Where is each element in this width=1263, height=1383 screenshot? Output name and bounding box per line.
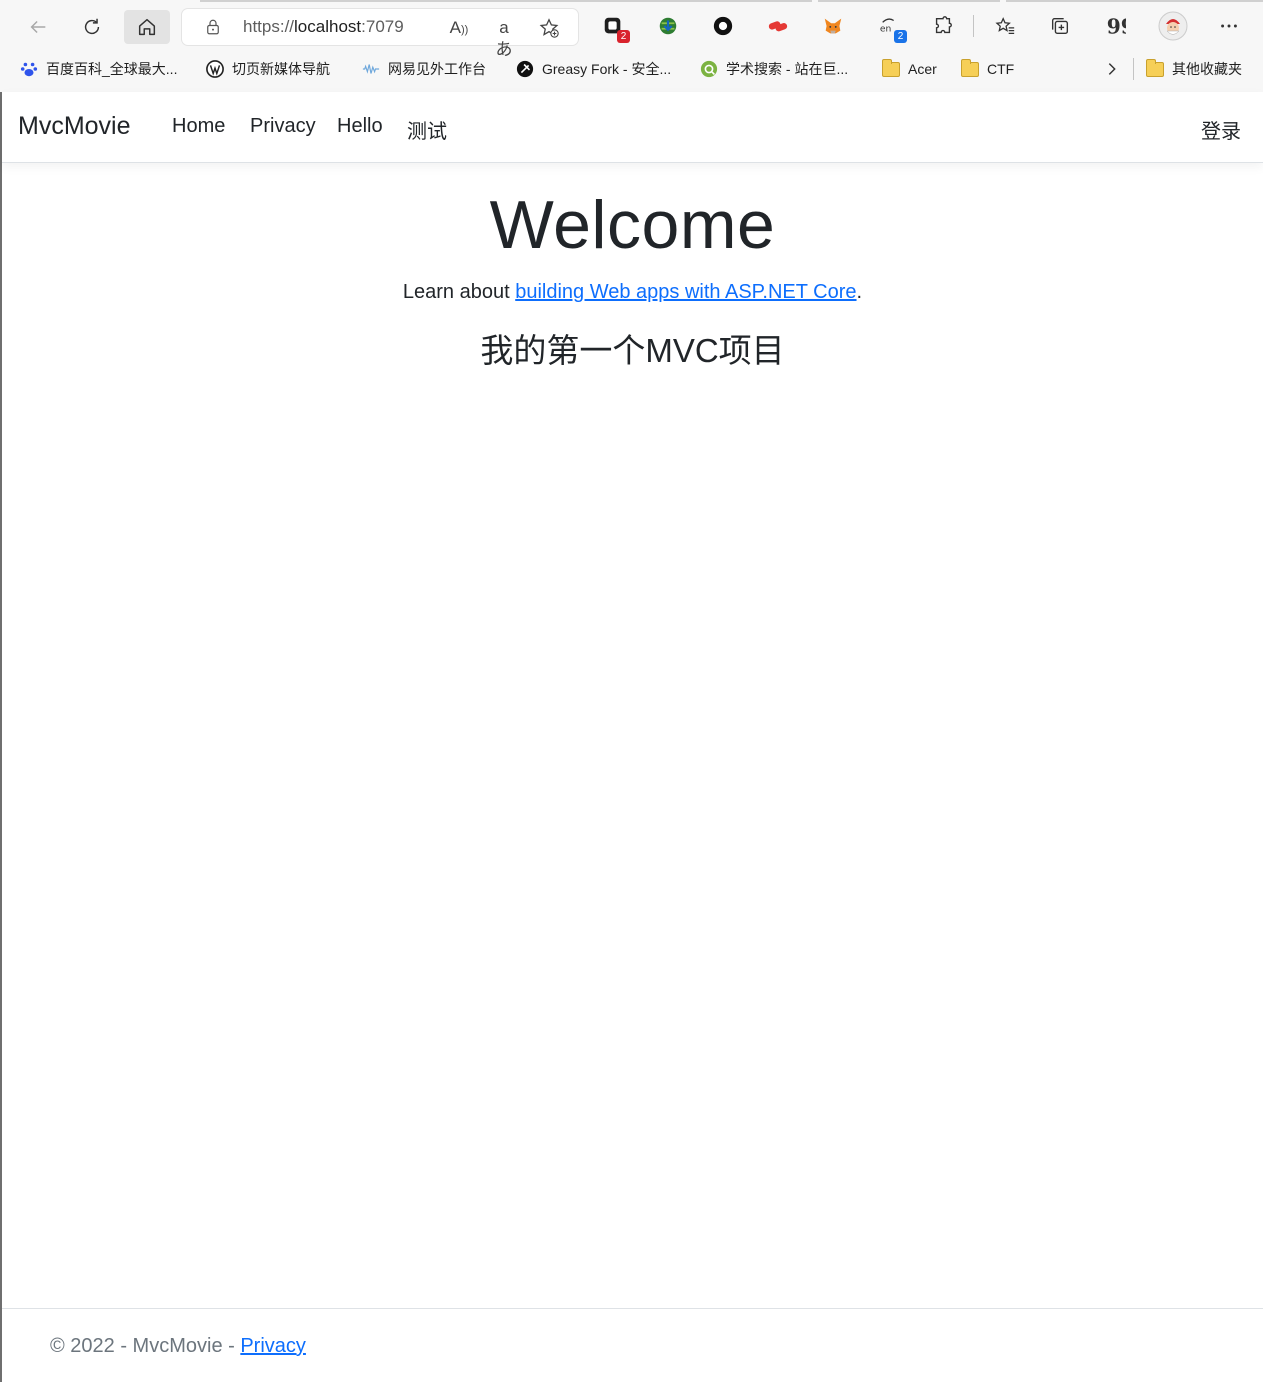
bookmark-label: 切页新媒体导航 [232, 61, 330, 77]
metamask-button[interactable] [820, 13, 846, 39]
bookmark-label: 学术搜索 - 站在巨... [726, 61, 849, 77]
translate-icon[interactable]: aあ [493, 17, 515, 59]
bookmark-other-favorites[interactable]: 其他收藏夹 [1146, 58, 1242, 80]
red-link-icon [768, 21, 788, 32]
svg-text:en: en [880, 24, 892, 35]
brand-link[interactable]: MvcMovie [18, 112, 131, 141]
bookmark-jianwai[interactable]: 网易见外工作台 [362, 58, 486, 80]
chevron-right-icon [1108, 63, 1116, 75]
wordpress-icon [206, 60, 224, 78]
home-icon [138, 18, 156, 36]
lock-icon[interactable] [204, 18, 222, 36]
page-subtitle: 我的第一个MVC项目 [480, 332, 785, 369]
favorites-star-icon [995, 17, 1015, 34]
nav-link-test[interactable]: 测试 [407, 115, 447, 144]
search-scholar-icon [700, 60, 718, 78]
address-url[interactable]: https://localhost:7079 [243, 17, 404, 37]
collections-icon [1051, 17, 1069, 35]
refresh-icon [84, 18, 100, 35]
folder-icon [961, 58, 979, 78]
back-arrow-icon [30, 20, 46, 34]
avatar-icon [1158, 11, 1188, 41]
waveform-icon [362, 60, 380, 78]
extension-1-badge: 2 [617, 30, 630, 43]
site-navbar: MvcMovie Home Privacy Hello 测试 登录 [2, 92, 1263, 163]
puzzle-icon [935, 16, 952, 34]
footer-text: © 2022 - MvcMovie - Privacy [50, 1335, 306, 1358]
extension-translate-button[interactable]: en 2 [877, 13, 907, 43]
more-menu-button[interactable] [1216, 13, 1242, 39]
nav-link-hello[interactable]: Hello [337, 115, 383, 138]
bookmark-label: CTF [987, 61, 1015, 77]
bookmark-greasyfork[interactable]: Greasy Fork - 安全... [516, 58, 671, 80]
footer-privacy-link[interactable]: Privacy [240, 1335, 306, 1357]
refresh-button[interactable] [74, 10, 110, 44]
bookmark-label: Acer [908, 61, 937, 77]
baidu-paw-icon [20, 60, 38, 78]
folder-icon [882, 58, 900, 78]
intro-text: Learn about [402, 281, 516, 303]
ellipsis-icon [1221, 24, 1237, 28]
favorites-button[interactable] [992, 13, 1018, 39]
extension-4-button[interactable] [765, 13, 791, 39]
bookmark-xueshu[interactable]: 学术搜索 - 站在巨... [700, 58, 848, 80]
nav-link-privacy[interactable]: Privacy [250, 115, 316, 138]
main-content: Welcome Learn about building Web apps wi… [2, 163, 1263, 372]
bookmark-label: 网易见外工作台 [388, 61, 486, 77]
bookmarks-bar: 百度百科_全球最大... 切页新媒体导航 网易见外工作台 Greasy Fork… [0, 54, 1263, 84]
bookmark-label: Greasy Fork - 安全... [542, 61, 672, 77]
back-button[interactable] [20, 10, 56, 44]
bookmark-label: 百度百科_全球最大... [46, 61, 178, 77]
bookmarks-divider [1133, 58, 1134, 80]
extension-translate-badge: 2 [894, 30, 907, 43]
toolbar-divider [973, 15, 974, 37]
bookmarks-overflow-button[interactable] [1103, 58, 1121, 80]
page-title: Welcome [489, 187, 776, 263]
ring-icon [713, 16, 733, 36]
address-bar[interactable]: https://localhost:7079 A)) aあ [182, 9, 578, 59]
site-footer: © 2022 - MvcMovie - Privacy [2, 1308, 1263, 1383]
folder-icon [1146, 58, 1164, 78]
browser-chrome: https://localhost:7079 A)) aあ 2 en 2 99 [0, 0, 1263, 93]
svg-text:99: 99 [1107, 15, 1126, 37]
extension-2-button[interactable] [655, 13, 681, 39]
extensions-button[interactable] [930, 13, 956, 39]
bookmark-label: 其他收藏夹 [1172, 61, 1242, 77]
fox-icon [824, 18, 842, 34]
nav-link-home[interactable]: Home [172, 115, 225, 138]
read-aloud-icon[interactable]: A)) [448, 17, 470, 39]
add-favorite-icon[interactable] [538, 17, 560, 39]
tab-strip-edge [0, 0, 1263, 2]
bookmark-folder-acer[interactable]: Acer [882, 58, 937, 80]
greasyfork-icon [516, 60, 534, 78]
globe-download-icon [659, 17, 677, 35]
bookmark-baike[interactable]: 百度百科_全球最大... [20, 58, 177, 80]
quote-extension-button[interactable]: 99 [1102, 13, 1128, 39]
intro-period: . [856, 281, 863, 303]
login-link[interactable]: 登录 [1201, 115, 1241, 144]
collections-button[interactable] [1047, 13, 1073, 39]
extension-1-button[interactable]: 2 [600, 13, 630, 43]
copyright-text: © 2022 - MvcMovie - [50, 1335, 241, 1357]
extension-3-button[interactable] [710, 13, 736, 39]
docs-link[interactable]: building Web apps with ASP.NET Core [515, 281, 856, 303]
quote-icon: 99 [1107, 15, 1126, 37]
intro-paragraph: Learn about building Web apps with ASP.N… [2, 281, 1263, 304]
bookmark-folder-ctf[interactable]: CTF [961, 58, 1014, 80]
home-button[interactable] [124, 10, 170, 44]
bookmark-qieye[interactable]: 切页新媒体导航 [206, 58, 330, 80]
profile-button[interactable] [1158, 11, 1188, 41]
